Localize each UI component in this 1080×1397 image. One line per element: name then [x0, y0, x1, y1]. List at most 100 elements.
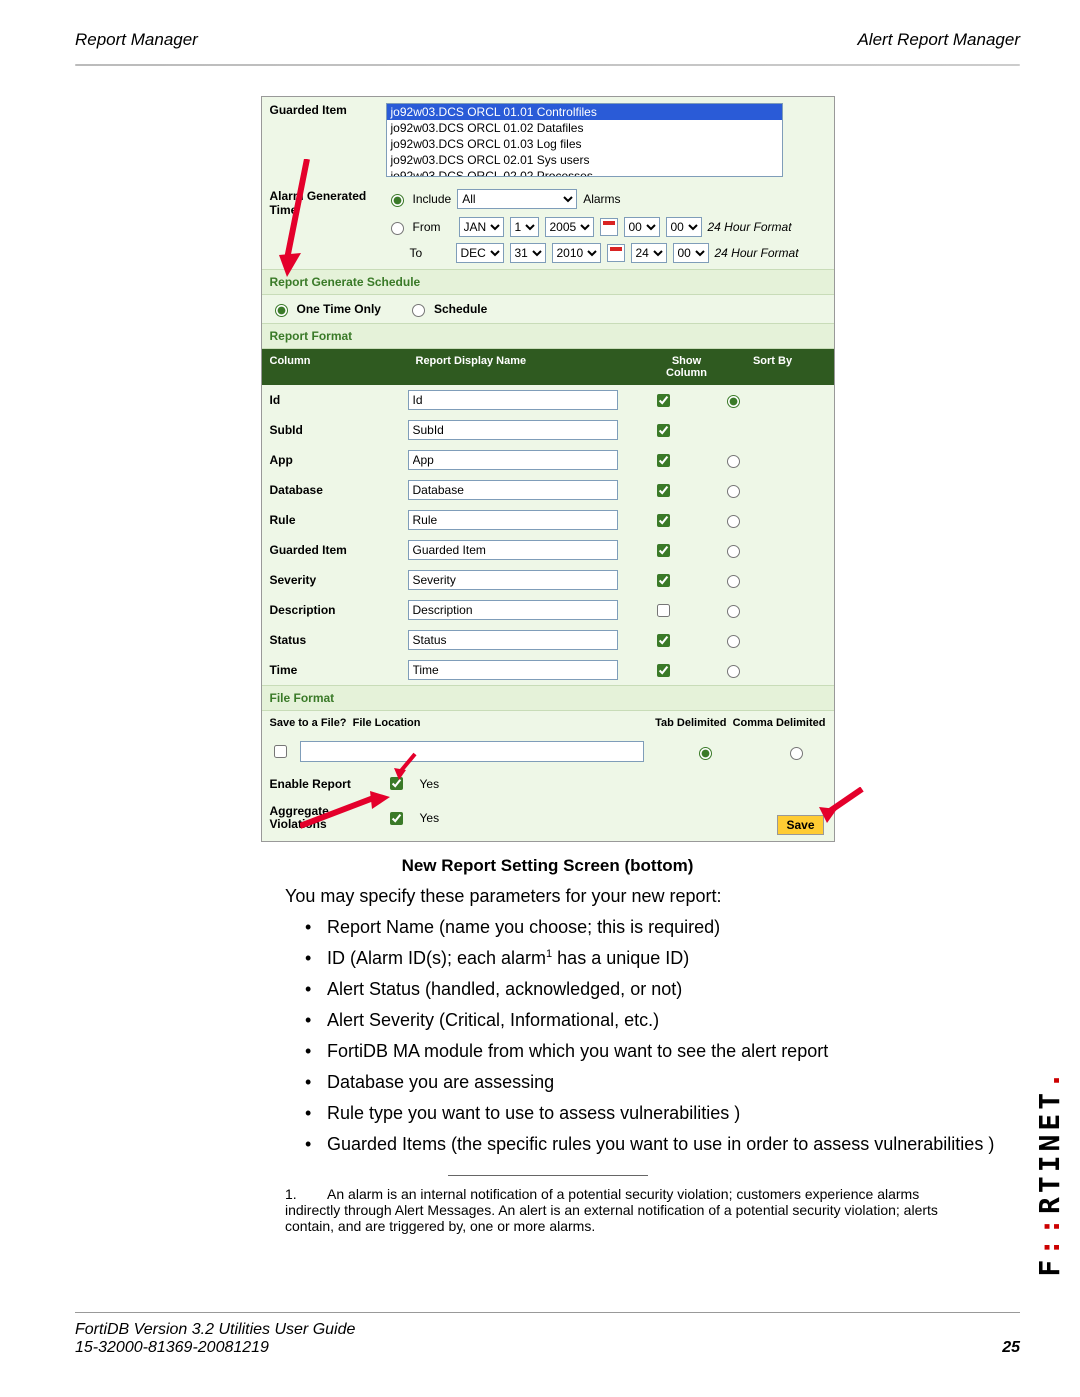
display-name-input[interactable]	[408, 480, 618, 500]
to-month-select[interactable]: DEC	[456, 243, 504, 263]
table-row: App	[262, 445, 834, 475]
report-format-table-header: Column Report Display Name Show Column S…	[262, 349, 834, 385]
sort-by-radio[interactable]	[727, 455, 740, 468]
footnote-number: 1.	[285, 1186, 297, 1202]
show-column-checkbox[interactable]	[657, 514, 670, 527]
list-item[interactable]: jo92w03.DCS ORCL 02.01 Sys users	[387, 152, 782, 168]
report-format-rows: IdSubIdAppDatabaseRuleGuarded ItemSeveri…	[262, 385, 834, 685]
screenshot-caption: New Report Setting Screen (bottom)	[75, 856, 1020, 876]
from-radio[interactable]	[391, 222, 404, 235]
show-column-checkbox[interactable]	[657, 604, 670, 617]
footer-line1: FortiDB Version 3.2 Utilities User Guide	[75, 1321, 355, 1339]
bullet-list: Report Name (name you choose; this is re…	[305, 917, 1005, 1155]
row-name: Id	[262, 389, 408, 411]
row-name: Severity	[262, 569, 408, 591]
include-radio[interactable]	[391, 194, 404, 207]
sort-by-radio[interactable]	[727, 515, 740, 528]
tab-delimited-radio[interactable]	[699, 747, 712, 760]
list-item: Database you are assessing	[305, 1072, 1005, 1093]
sort-by-radio[interactable]	[727, 575, 740, 588]
table-row: Database	[262, 475, 834, 505]
red-arrow-icon	[277, 159, 317, 279]
to-day-select[interactable]: 31	[510, 243, 546, 263]
display-name-input[interactable]	[408, 660, 618, 680]
display-name-input[interactable]	[408, 570, 618, 590]
sort-by-radio[interactable]	[727, 665, 740, 678]
file-location-label: File Location	[353, 717, 421, 729]
tab-delimited-label: Tab Delimited	[655, 717, 726, 729]
sort-by-radio[interactable]	[727, 395, 740, 408]
from-mm-select[interactable]: 00	[666, 217, 702, 237]
from-year-select[interactable]: 2005	[545, 217, 594, 237]
calendar-icon[interactable]	[600, 218, 618, 236]
row-name: Database	[262, 479, 408, 501]
guarded-item-listbox[interactable]: jo92w03.DCS ORCL 01.01 Controlfiles jo92…	[386, 103, 783, 177]
schedule-radio[interactable]	[412, 304, 425, 317]
from-hh-select[interactable]: 00	[624, 217, 660, 237]
comma-delimited-label: Comma Delimited	[733, 717, 826, 729]
table-row: Severity	[262, 565, 834, 595]
row-name: App	[262, 449, 408, 471]
hour-format-label: 24 Hour Format	[708, 220, 792, 234]
display-name-input[interactable]	[408, 630, 618, 650]
file-format-header-row: Save to a File? File Location Tab Delimi…	[262, 711, 834, 735]
show-column-checkbox[interactable]	[657, 394, 670, 407]
file-location-input[interactable]	[300, 741, 644, 762]
show-column-checkbox[interactable]	[657, 424, 670, 437]
display-name-input[interactable]	[408, 540, 618, 560]
display-name-input[interactable]	[408, 420, 618, 440]
list-item: ID (Alarm ID(s); each alarm1 has a uniqu…	[305, 948, 1005, 969]
display-name-input[interactable]	[408, 600, 618, 620]
list-item[interactable]: jo92w03.DCS ORCL 01.02 Datafiles	[387, 120, 782, 136]
save-to-file-label: Save to a File?	[270, 717, 347, 729]
show-column-checkbox[interactable]	[657, 634, 670, 647]
header-right: Alert Report Manager	[857, 30, 1020, 50]
list-item[interactable]: jo92w03.DCS ORCL 02.02 Processes	[387, 168, 782, 177]
to-hh-select[interactable]: 24	[631, 243, 667, 263]
red-arrow-icon	[300, 791, 390, 831]
enable-report-yes: Yes	[420, 777, 440, 791]
one-time-radio[interactable]	[275, 304, 288, 317]
report-format-section-header: Report Format	[262, 323, 834, 349]
comma-delimited-radio[interactable]	[790, 747, 803, 760]
list-item: FortiDB MA module from which you want to…	[305, 1041, 1005, 1062]
to-label: To	[410, 246, 450, 260]
list-item[interactable]: jo92w03.DCS ORCL 01.01 Controlfiles	[387, 104, 782, 120]
sort-by-radio[interactable]	[727, 605, 740, 618]
table-row: Status	[262, 625, 834, 655]
row-name: Guarded Item	[262, 539, 408, 561]
display-name-input[interactable]	[408, 450, 618, 470]
display-name-input[interactable]	[408, 390, 618, 410]
table-row: Description	[262, 595, 834, 625]
row-name: Rule	[262, 509, 408, 531]
aggregate-yes: Yes	[420, 811, 440, 825]
sort-by-radio[interactable]	[727, 635, 740, 648]
from-label: From	[413, 220, 453, 234]
fortinet-logo: F::RTINET.	[1033, 1068, 1066, 1277]
list-item[interactable]: jo92w03.DCS ORCL 01.03 Log files	[387, 136, 782, 152]
show-column-checkbox[interactable]	[657, 484, 670, 497]
from-day-select[interactable]: 1	[510, 217, 539, 237]
page-footer: FortiDB Version 3.2 Utilities User Guide…	[75, 1312, 1020, 1357]
show-column-checkbox[interactable]	[657, 454, 670, 467]
display-name-input[interactable]	[408, 510, 618, 530]
row-name: Description	[262, 599, 408, 621]
save-to-file-checkbox[interactable]	[274, 745, 287, 758]
screenshot-panel: Guarded Item jo92w03.DCS ORCL 01.01 Cont…	[261, 96, 835, 842]
from-month-select[interactable]: JAN	[459, 217, 504, 237]
to-year-select[interactable]: 2010	[552, 243, 601, 263]
footer-left: FortiDB Version 3.2 Utilities User Guide…	[75, 1321, 355, 1357]
enable-report-label: Enable Report	[270, 777, 380, 791]
show-column-checkbox[interactable]	[657, 664, 670, 677]
to-mm-select[interactable]: 00	[673, 243, 709, 263]
schedule-section-header: Report Generate Schedule	[262, 269, 834, 295]
sort-by-radio[interactable]	[727, 485, 740, 498]
aggregate-checkbox[interactable]	[390, 812, 403, 825]
intro-text: You may specify these parameters for you…	[285, 886, 1005, 907]
calendar-icon[interactable]	[607, 244, 625, 262]
include-select[interactable]: All	[457, 189, 577, 209]
sort-by-radio[interactable]	[727, 545, 740, 558]
show-column-checkbox[interactable]	[657, 544, 670, 557]
show-column-checkbox[interactable]	[657, 574, 670, 587]
footer-line2: 15-32000-81369-20081219	[75, 1339, 355, 1357]
